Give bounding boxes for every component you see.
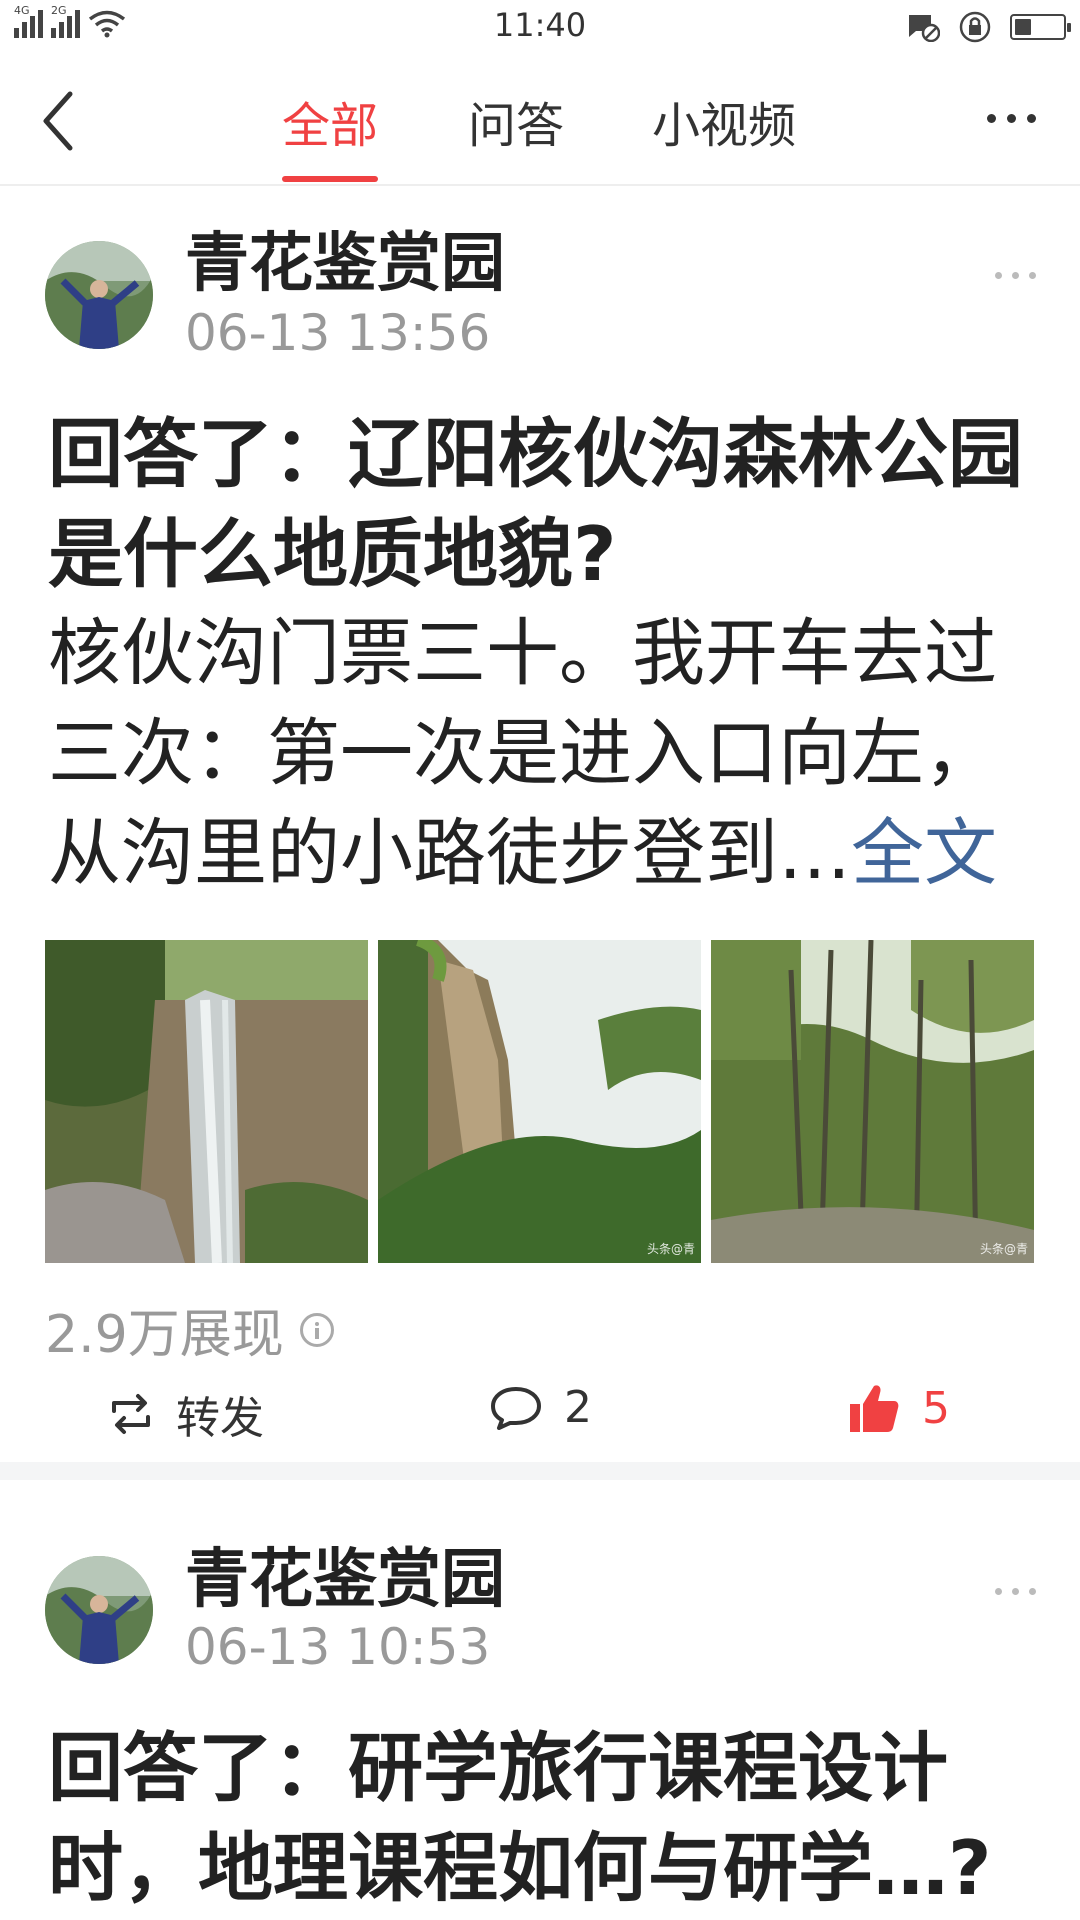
avatar[interactable] bbox=[45, 241, 153, 349]
tab-all[interactable]: 全部 bbox=[282, 86, 379, 182]
full-text-link[interactable]: 全文 bbox=[851, 811, 997, 896]
view-count: 2.9万展现 bbox=[45, 1292, 334, 1367]
author-name[interactable]: 青花鉴赏园 bbox=[185, 212, 505, 304]
comment-button[interactable]: 2 bbox=[490, 1382, 592, 1433]
repost-button[interactable]: 转发 bbox=[108, 1382, 264, 1446]
tab-qa-label: 问答 bbox=[468, 98, 565, 154]
top-nav: 全部 问答 小视频 bbox=[0, 56, 1080, 186]
tab-short-video[interactable]: 小视频 bbox=[652, 86, 796, 182]
avatar-image bbox=[45, 1556, 153, 1664]
comment-icon bbox=[491, 1386, 541, 1430]
rotation-lock-icon bbox=[959, 11, 991, 43]
notification-off-icon bbox=[909, 15, 940, 42]
status-bar: 4G 2G 11:40 bbox=[0, 0, 1080, 56]
post-title-line: 回答了：辽阳核伙沟森林公园 bbox=[48, 410, 1024, 498]
feed-post[interactable]: 青花鉴赏园 06-13 10:53 回答了：研学旅行课程设计 时，地理课程如何与… bbox=[0, 1502, 1080, 1920]
post-title-line: 时，地理课程如何与研学…? bbox=[48, 1824, 992, 1912]
post-title-line: 是什么地质地貌? bbox=[48, 510, 617, 598]
view-count-text: 2.9万展现 bbox=[45, 1305, 284, 1365]
post-image-waterfall[interactable] bbox=[45, 940, 368, 1263]
feed-divider bbox=[0, 1462, 1080, 1480]
more-options-icon[interactable] bbox=[976, 108, 1036, 127]
image-watermark: 头条@青 bbox=[646, 1242, 695, 1256]
tab-short-video-label: 小视频 bbox=[652, 98, 797, 154]
post-more-icon[interactable] bbox=[985, 264, 1036, 283]
repost-icon bbox=[112, 1394, 150, 1434]
post-body-text: 从沟里的小路徒步登到… bbox=[48, 811, 851, 896]
tab-all-label: 全部 bbox=[282, 98, 379, 154]
thumbs-up-icon bbox=[850, 1385, 899, 1432]
post-body-line: 三次：第一次是进入口向左， bbox=[48, 711, 997, 796]
avatar-image bbox=[45, 241, 153, 349]
status-icons bbox=[906, 10, 1071, 44]
avatar[interactable] bbox=[45, 1556, 153, 1664]
post-title-line: 回答了：研学旅行课程设计 bbox=[48, 1724, 949, 1812]
back-arrow-icon[interactable] bbox=[40, 86, 100, 156]
post-actions: 转发 2 5 bbox=[0, 1382, 1080, 1444]
comment-count: 2 bbox=[564, 1382, 592, 1433]
battery-icon bbox=[1010, 14, 1071, 40]
feed-post[interactable]: 青花鉴赏园 06-13 13:56 回答了：辽阳核伙沟森林公园 是什么地质地貌?… bbox=[0, 186, 1080, 1480]
author-name[interactable]: 青花鉴赏园 bbox=[185, 1528, 505, 1620]
battery-fill bbox=[1015, 19, 1031, 35]
post-image-cliff[interactable]: 头条@青 bbox=[378, 940, 701, 1263]
post-title[interactable]: 回答了：辽阳核伙沟森林公园 是什么地质地貌? bbox=[48, 404, 1038, 604]
post-time: 06-13 13:56 bbox=[185, 304, 491, 362]
post-body-line: 核伙沟门票三十。我开车去过 bbox=[48, 611, 997, 696]
post-more-icon[interactable] bbox=[985, 1580, 1036, 1599]
post-images: 头条@青 头条@青 bbox=[45, 940, 1034, 1263]
repost-label: 转发 bbox=[176, 1393, 264, 1444]
like-count: 5 bbox=[922, 1382, 950, 1434]
post-image-forest[interactable]: 头条@青 bbox=[711, 940, 1034, 1263]
post-body-line: 从沟里的小路徒步登到…全文 bbox=[48, 804, 1048, 904]
post-time: 06-13 10:53 bbox=[185, 1618, 491, 1676]
info-icon[interactable] bbox=[299, 1312, 334, 1347]
post-body[interactable]: 核伙沟门票三十。我开车去过 三次：第一次是进入口向左， 从沟里的小路徒步登到…全… bbox=[48, 604, 1048, 904]
post-title[interactable]: 回答了：研学旅行课程设计 时，地理课程如何与研学…? bbox=[48, 1718, 1038, 1918]
active-tab-indicator bbox=[282, 176, 379, 182]
tab-qa[interactable]: 问答 bbox=[468, 86, 564, 182]
like-button[interactable]: 5 bbox=[848, 1382, 950, 1434]
image-watermark: 头条@青 bbox=[979, 1242, 1028, 1256]
